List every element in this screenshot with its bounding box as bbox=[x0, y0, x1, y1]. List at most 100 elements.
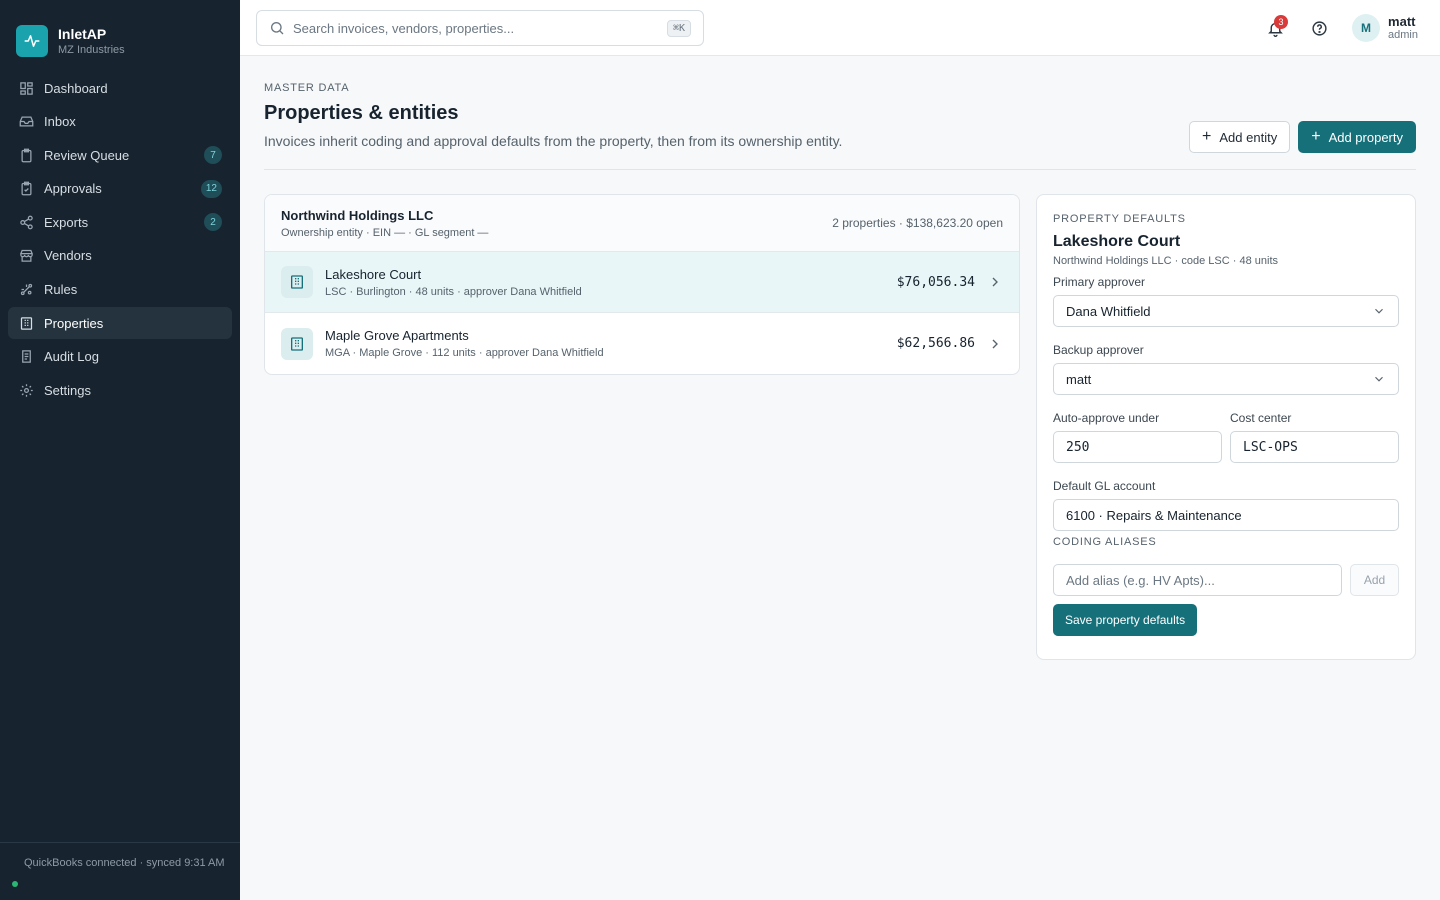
share-icon bbox=[18, 214, 34, 230]
sidebar-item-label: Inbox bbox=[44, 114, 76, 130]
sidebar-item-rules[interactable]: Rules bbox=[8, 274, 232, 306]
sidebar-item-label: Review Queue bbox=[44, 147, 130, 163]
panel-subtitle: Northwind Holdings LLC · code LSC · 48 u… bbox=[1053, 255, 1279, 267]
review-queue-count-badge: 7 bbox=[204, 146, 222, 165]
brand[interactable]: InletAP MZ Industries bbox=[0, 0, 240, 66]
plus-icon: + bbox=[1202, 128, 1212, 145]
sidebar-item-label: Settings bbox=[44, 382, 91, 398]
default-gl-input[interactable]: 6100 · Repairs & Maintenance bbox=[1053, 499, 1399, 531]
property-name: Maple Grove Apartments bbox=[325, 328, 469, 343]
sidebar-item-label: Vendors bbox=[44, 248, 92, 264]
avatar: M bbox=[1352, 14, 1381, 42]
chevron-right-icon bbox=[992, 339, 998, 348]
sidebar-item-vendors[interactable]: Vendors bbox=[8, 240, 232, 272]
building-icon bbox=[281, 327, 313, 360]
user-name: matt bbox=[1388, 14, 1416, 29]
page-eyebrow: MASTER DATA bbox=[264, 82, 350, 94]
pulse-logo-icon bbox=[16, 25, 48, 57]
sidebar-item-label: Approvals bbox=[44, 181, 102, 197]
plus-icon: + bbox=[1311, 128, 1321, 145]
notification-count-badge: 3 bbox=[1274, 15, 1289, 29]
notifications-button[interactable]: 3 bbox=[1260, 13, 1290, 43]
header-divider bbox=[264, 169, 1416, 170]
sidebar-item-label: Exports bbox=[44, 214, 89, 230]
property-row-maple-grove-apartments[interactable]: Maple Grove Apartments MGA · Maple Grove… bbox=[265, 313, 1019, 374]
add-entity-button[interactable]: + Add entity bbox=[1189, 121, 1291, 153]
sidebar: InletAP MZ Industries Dashboard Inbox Re… bbox=[0, 0, 240, 900]
primary-approver-label: Primary approver bbox=[1053, 275, 1146, 289]
sidebar-nav: Dashboard Inbox Review Queue 7 Approvals… bbox=[0, 72, 240, 406]
cost-center-input[interactable]: LSC-OPS bbox=[1230, 431, 1399, 463]
dashboard-icon bbox=[18, 80, 34, 96]
sidebar-item-exports[interactable]: Exports 2 bbox=[8, 206, 232, 238]
rules-icon bbox=[18, 282, 34, 298]
sidebar-item-label: Properties bbox=[44, 315, 104, 331]
approvals-count-badge: 12 bbox=[200, 179, 222, 198]
add-alias-button[interactable]: Add bbox=[1350, 564, 1399, 596]
main-content: MASTER DATA Properties & entities Invoic… bbox=[264, 56, 1416, 660]
add-entity-label: Add entity bbox=[1219, 129, 1278, 145]
alias-input[interactable] bbox=[1053, 564, 1342, 596]
help-icon bbox=[1311, 20, 1327, 36]
gear-icon bbox=[18, 382, 34, 398]
entity-header[interactable]: Northwind Holdings LLC Ownership entity … bbox=[265, 195, 1019, 252]
user-role: admin bbox=[1388, 29, 1418, 41]
sidebar-item-properties[interactable]: Properties bbox=[8, 307, 232, 340]
add-property-button[interactable]: + Add property bbox=[1298, 121, 1416, 153]
user-menu[interactable]: M matt admin bbox=[1352, 14, 1418, 42]
sidebar-item-label: Rules bbox=[44, 282, 78, 298]
sidebar-item-inbox[interactable]: Inbox bbox=[8, 106, 232, 138]
sync-status: QuickBooks connected · synced 9:31 AM bbox=[0, 842, 240, 900]
entity-card: Northwind Holdings LLC Ownership entity … bbox=[264, 194, 1020, 375]
panel-eyebrow: PROPERTY DEFAULTS bbox=[1053, 213, 1186, 225]
chevron-right-icon bbox=[992, 277, 998, 287]
backup-approver-select[interactable]: matt bbox=[1053, 363, 1399, 395]
clipboard-icon bbox=[18, 147, 34, 163]
property-defaults-panel: PROPERTY DEFAULTS Lakeshore Court Northw… bbox=[1036, 194, 1416, 660]
chevron-down-icon bbox=[1375, 308, 1383, 314]
entity-name: Northwind Holdings LLC bbox=[281, 207, 434, 223]
property-name: Lakeshore Court bbox=[325, 266, 422, 282]
check-clipboard-icon bbox=[18, 181, 34, 197]
add-property-label: Add property bbox=[1328, 129, 1403, 145]
property-open-amount: $62,566.86 bbox=[896, 336, 975, 351]
brand-name: InletAP bbox=[58, 25, 107, 42]
entity-meta: Ownership entity · EIN — · GL segment — bbox=[281, 226, 489, 239]
property-open-amount: $76,056.34 bbox=[896, 274, 975, 290]
sidebar-item-settings[interactable]: Settings bbox=[8, 374, 232, 406]
inbox-icon bbox=[18, 114, 34, 130]
sidebar-item-label: Dashboard bbox=[44, 80, 108, 96]
topbar: ⌘K 3 M matt admin bbox=[240, 0, 1440, 56]
panel-title: Lakeshore Court bbox=[1053, 233, 1181, 250]
status-dot-icon bbox=[12, 881, 18, 887]
exports-count-badge: 2 bbox=[204, 213, 222, 232]
default-gl-label: Default GL account bbox=[1053, 479, 1156, 493]
sidebar-item-dashboard[interactable]: Dashboard bbox=[8, 72, 232, 104]
sync-status-text: QuickBooks connected · synced 9:31 AM bbox=[24, 857, 225, 869]
chevron-down-icon bbox=[1375, 376, 1383, 382]
sidebar-item-approvals[interactable]: Approvals 12 bbox=[8, 173, 232, 205]
sidebar-item-audit-log[interactable]: Audit Log bbox=[8, 341, 232, 373]
brand-org: MZ Industries bbox=[58, 43, 125, 56]
coding-aliases-label: CODING ALIASES bbox=[1053, 536, 1157, 548]
building-icon bbox=[281, 266, 313, 298]
building-icon bbox=[18, 315, 34, 331]
primary-approver-value: Dana Whitfield bbox=[1066, 303, 1151, 319]
sidebar-item-review-queue[interactable]: Review Queue 7 bbox=[8, 139, 232, 171]
backup-approver-value: matt bbox=[1066, 371, 1092, 387]
log-icon bbox=[18, 349, 34, 365]
save-property-defaults-button[interactable]: Save property defaults bbox=[1053, 604, 1198, 636]
entity-summary: 2 properties · $138,623.20 open bbox=[832, 216, 1003, 230]
sidebar-item-label: Audit Log bbox=[44, 349, 99, 365]
primary-approver-select[interactable]: Dana Whitfield bbox=[1053, 295, 1399, 327]
property-row-lakeshore-court[interactable]: Lakeshore Court LSC · Burlington · 48 un… bbox=[265, 252, 1019, 313]
search-shortcut-hint: ⌘K bbox=[666, 19, 691, 37]
help-button[interactable] bbox=[1304, 13, 1334, 43]
search-bar[interactable]: ⌘K bbox=[256, 10, 704, 46]
search-input[interactable] bbox=[293, 20, 667, 36]
cost-center-label: Cost center bbox=[1230, 411, 1292, 425]
property-meta: LSC · Burlington · 48 units · approver D… bbox=[325, 285, 582, 298]
backup-approver-label: Backup approver bbox=[1053, 343, 1144, 357]
auto-approve-input[interactable]: 250 bbox=[1053, 431, 1222, 463]
property-meta: MGA · Maple Grove · 112 units · approver… bbox=[325, 347, 604, 359]
